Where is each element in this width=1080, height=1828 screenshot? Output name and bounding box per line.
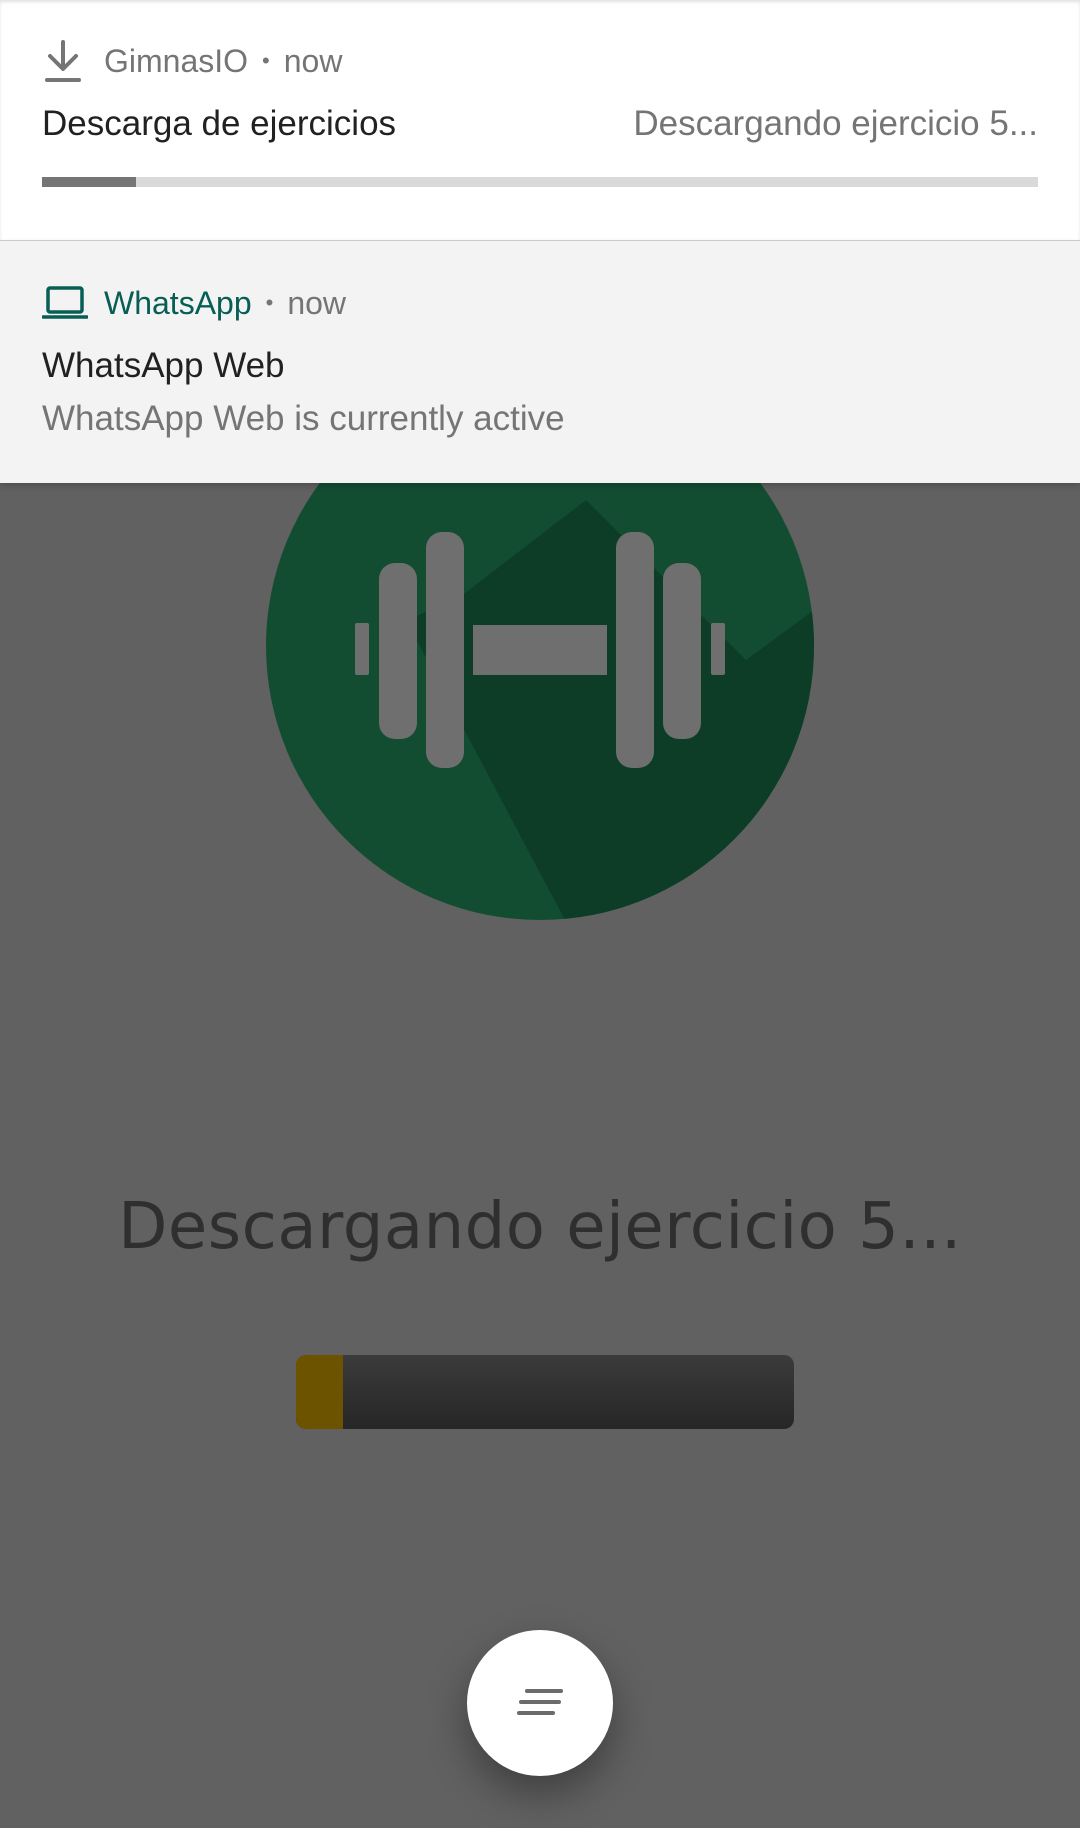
download-status-text: Descargando ejercicio 5...	[118, 1190, 962, 1264]
notification-app-name: WhatsApp	[104, 284, 252, 321]
notification-time: now	[283, 42, 343, 79]
separator-dot: •	[262, 48, 270, 73]
download-icon	[42, 38, 88, 84]
notification-app-name: GimnasIO	[104, 42, 249, 79]
notification-header: WhatsApp • now	[42, 278, 346, 328]
notification-progress-fill	[42, 177, 136, 187]
notification-title: WhatsApp Web	[42, 346, 285, 385]
notification-text: WhatsApp Web is currently active	[42, 399, 565, 438]
notification-progress-bar	[42, 177, 1038, 187]
separator-dot: •	[265, 290, 274, 315]
notes-icon	[517, 1689, 563, 1715]
download-progress-bar	[296, 1355, 794, 1429]
gimnasio-download-notification[interactable]: GimnasIO • now Descarga de ejercicios De…	[0, 0, 1080, 241]
notification-title: Descarga de ejercicios	[42, 104, 397, 143]
notification-header: GimnasIO • now	[42, 36, 342, 86]
notification-time: now	[287, 284, 347, 321]
laptop-icon	[42, 280, 88, 326]
notification-content: Descargando ejercicio 5...	[633, 104, 1038, 143]
download-progress-fill	[296, 1355, 343, 1429]
notes-fab-button[interactable]	[467, 1630, 613, 1776]
whatsapp-web-notification[interactable]: WhatsApp • now WhatsApp Web WhatsApp Web…	[0, 241, 1080, 483]
